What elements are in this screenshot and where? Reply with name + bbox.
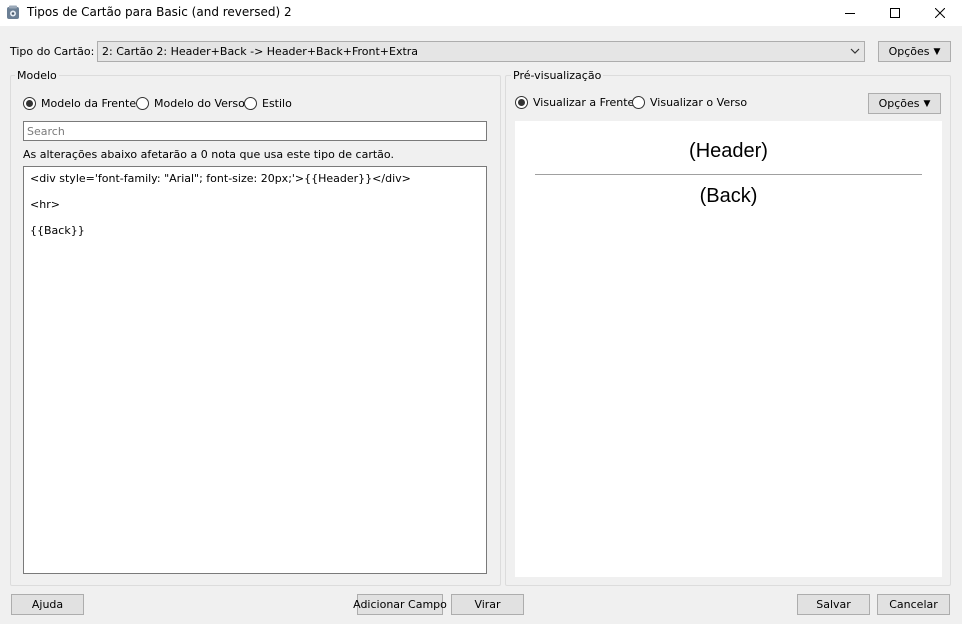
radio-label: Estilo <box>262 97 292 110</box>
radio-checked-icon <box>515 96 528 109</box>
card-type-label: Tipo do Cartão: <box>10 45 95 58</box>
close-icon <box>935 8 945 18</box>
dropdown-arrow-icon: ▼ <box>933 46 941 57</box>
card-type-selected: 2: Cartão 2: Header+Back -> Header+Back+… <box>102 45 419 58</box>
anki-app-icon <box>7 5 19 19</box>
radio-unchecked-icon <box>136 97 149 110</box>
options-label: Opções <box>888 45 930 58</box>
radio-label: Visualizar a Frente <box>533 96 635 109</box>
help-button[interactable]: Ajuda <box>11 594 84 615</box>
preview-options-button[interactable]: Opções ▼ <box>868 93 941 114</box>
maximize-button[interactable] <box>872 0 918 26</box>
template-group-title: Modelo <box>15 69 59 82</box>
code-line: <hr> <box>30 198 60 211</box>
maximize-icon <box>890 8 900 18</box>
save-button[interactable]: Salvar <box>797 594 870 615</box>
radio-preview-back[interactable]: Visualizar o Verso <box>632 96 747 109</box>
minimize-button[interactable] <box>827 0 873 26</box>
minimize-icon <box>845 13 855 14</box>
radio-styling[interactable]: Estilo <box>244 97 292 110</box>
search-input[interactable] <box>23 121 487 141</box>
code-line: {{Back}} <box>30 224 85 237</box>
radio-unchecked-icon <box>244 97 257 110</box>
dropdown-arrow-icon: ▼ <box>923 98 931 109</box>
radio-label: Modelo do Verso <box>154 97 245 110</box>
preview-header-text: (Header) <box>689 140 768 162</box>
radio-unchecked-icon <box>632 96 645 109</box>
radio-label: Visualizar o Verso <box>650 96 748 109</box>
preview-back-text: (Back) <box>699 185 758 207</box>
radio-front-template[interactable]: Modelo da Frente <box>23 97 136 110</box>
card-preview: (Header) (Back) <box>515 121 942 577</box>
preview-group-title: Pré-visualização <box>511 69 604 82</box>
code-line: <div style='font-family: "Arial"; font-s… <box>30 172 411 185</box>
cancel-button[interactable]: Cancelar <box>877 594 950 615</box>
options-label: Opções <box>878 97 920 110</box>
info-text: As alterações abaixo afetarão a 0 nota q… <box>23 148 394 161</box>
template-editor[interactable]: <div style='font-family: "Arial"; font-s… <box>23 166 487 574</box>
flip-button[interactable]: Virar <box>451 594 524 615</box>
window-title: Tipos de Cartão para Basic (and reversed… <box>27 5 292 19</box>
title-bar: Tipos de Cartão para Basic (and reversed… <box>0 0 962 26</box>
close-button[interactable] <box>917 0 962 26</box>
chevron-down-icon <box>850 48 860 54</box>
radio-back-template[interactable]: Modelo do Verso <box>136 97 245 110</box>
preview-divider <box>535 174 922 175</box>
radio-checked-icon <box>23 97 36 110</box>
radio-preview-front[interactable]: Visualizar a Frente <box>515 96 634 109</box>
card-type-options-button[interactable]: Opções ▼ <box>878 41 951 62</box>
add-field-button[interactable]: Adicionar Campo <box>353 594 447 615</box>
radio-label: Modelo da Frente <box>41 97 137 110</box>
card-type-select[interactable]: 2: Cartão 2: Header+Back -> Header+Back+… <box>97 41 865 62</box>
